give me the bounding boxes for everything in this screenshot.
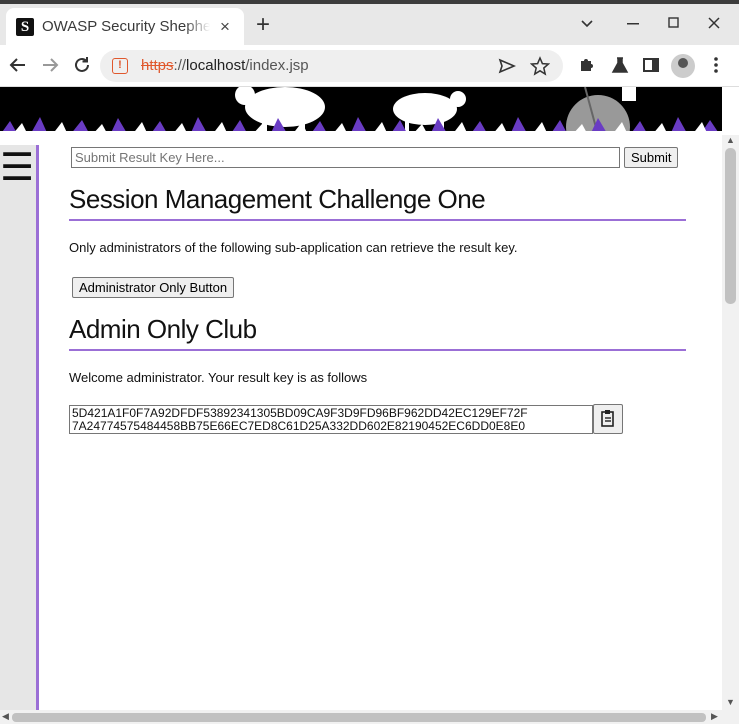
- window-top-edge: [0, 0, 739, 4]
- administrator-only-button[interactable]: Administrator Only Button: [72, 277, 235, 298]
- clipboard-icon: [601, 410, 614, 427]
- tab-active[interactable]: S OWASP Security Shepherd ×: [6, 8, 244, 45]
- minimize-icon[interactable]: [627, 23, 639, 25]
- browser-toolbar: ! https://localhost/index.jsp: [0, 45, 739, 87]
- maximize-icon[interactable]: [668, 17, 679, 28]
- intro-text: Only administrators of the following sub…: [69, 240, 518, 255]
- reload-icon[interactable]: [70, 53, 94, 77]
- shepherd-banner: [0, 87, 722, 135]
- send-to-devices-icon[interactable]: [498, 58, 516, 74]
- url-scheme: https: [141, 57, 174, 74]
- page-content: ☰ Submit Session Management Challenge On…: [0, 135, 722, 710]
- not-secure-warning-icon[interactable]: !: [112, 58, 128, 74]
- title-underline: [69, 219, 686, 221]
- vertical-scroll-thumb[interactable]: [725, 148, 736, 304]
- url-host: localhost: [186, 57, 246, 74]
- close-window-icon[interactable]: [708, 17, 720, 29]
- profile-avatar-icon[interactable]: [671, 54, 695, 78]
- left-nav-panel: ☰: [0, 145, 39, 710]
- scroll-right-arrow-icon[interactable]: ▶: [711, 711, 718, 722]
- forward-arrow-icon[interactable]: [38, 53, 62, 77]
- tab-title: OWASP Security Shepherd: [42, 18, 210, 35]
- horizontal-scroll-thumb[interactable]: [12, 713, 706, 722]
- admin-club-title: Admin Only Club: [69, 314, 257, 344]
- shepherd-favicon-icon: S: [16, 17, 34, 36]
- challenge-title: Session Management Challenge One: [69, 184, 486, 214]
- banner-sheep-grass-illustration: [0, 87, 722, 135]
- browser-menu-icon[interactable]: [704, 53, 728, 77]
- horizontal-scrollbar[interactable]: ◀ ▶: [0, 710, 739, 724]
- new-tab-icon[interactable]: +: [256, 13, 270, 37]
- scroll-up-arrow-icon[interactable]: ▲: [726, 135, 735, 145]
- url-path: /index.jsp: [245, 57, 309, 74]
- hamburger-menu-icon[interactable]: ☰: [0, 149, 34, 187]
- tab-strip: S OWASP Security Shepherd × +: [0, 0, 739, 45]
- extensions-puzzle-icon[interactable]: [575, 53, 599, 77]
- labs-flask-icon[interactable]: [608, 53, 632, 77]
- result-key-textarea[interactable]: 5D421A1F0F7A92DFDF53892341305BD09CA9F3D9…: [69, 405, 593, 434]
- side-panel-icon[interactable]: [639, 53, 663, 77]
- submit-button[interactable]: Submit: [624, 147, 679, 168]
- address-bar[interactable]: ! https://localhost/index.jsp: [100, 50, 563, 82]
- bookmark-star-icon[interactable]: [530, 56, 550, 76]
- scroll-down-arrow-icon[interactable]: ▼: [726, 697, 735, 707]
- tab-close-icon[interactable]: ×: [220, 17, 230, 37]
- result-key-input[interactable]: [71, 147, 620, 168]
- url-separator: ://: [173, 57, 187, 74]
- vertical-scrollbar[interactable]: ▲ ▼: [722, 135, 739, 710]
- tab-search-chevron-icon[interactable]: [580, 19, 594, 29]
- copy-result-key-button[interactable]: [593, 404, 623, 434]
- url-text[interactable]: https://localhost/index.jsp: [141, 57, 309, 74]
- scroll-left-arrow-icon[interactable]: ◀: [2, 711, 9, 722]
- welcome-text: Welcome administrator. Your result key i…: [69, 370, 368, 385]
- club-title-underline: [69, 349, 686, 351]
- back-arrow-icon[interactable]: [6, 53, 30, 77]
